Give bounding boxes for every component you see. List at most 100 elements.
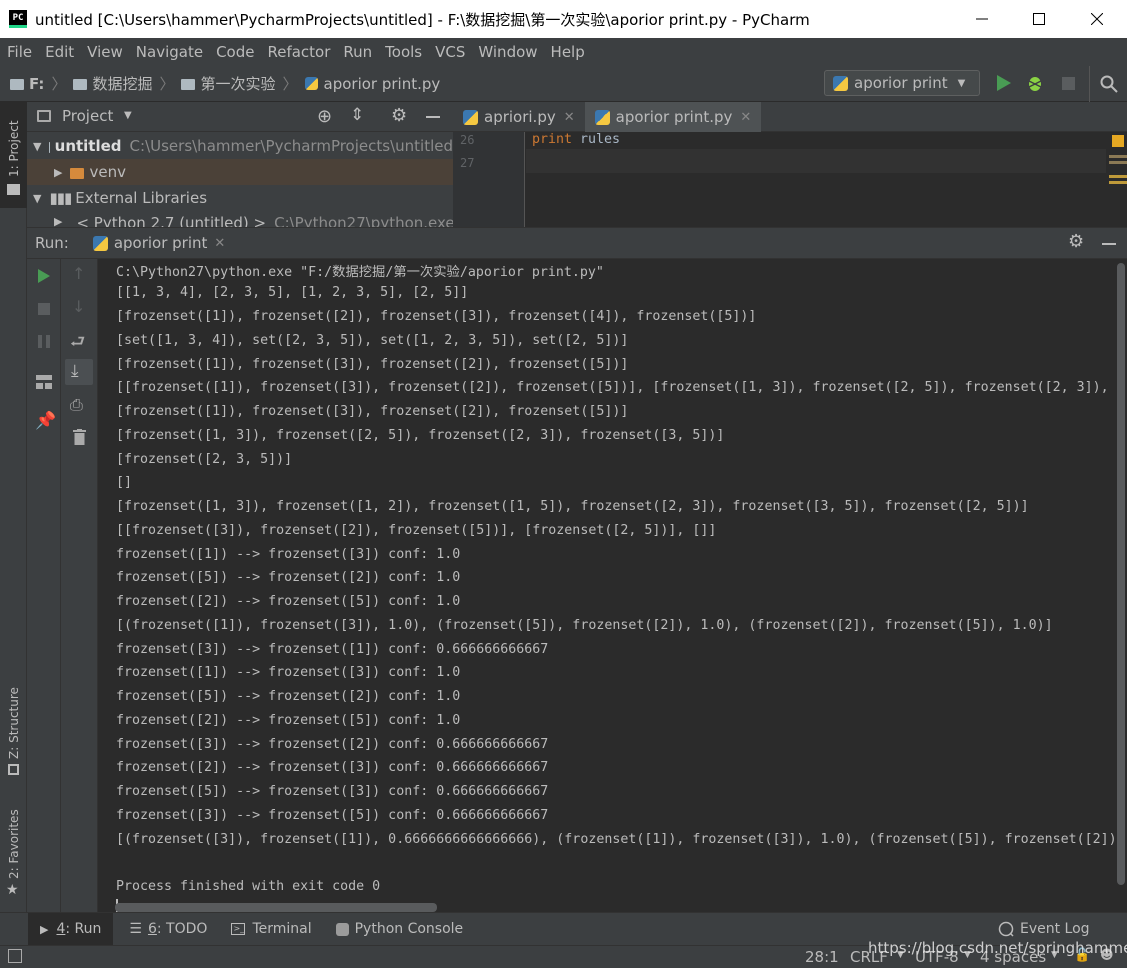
play-icon: ▶ [40, 922, 49, 936]
menu-refactor[interactable]: Refactor [261, 43, 336, 61]
tree-item-untitled[interactable]: ▼ untitled C:\Users\hammer\PycharmProjec… [27, 133, 453, 159]
tab-todo[interactable]: ☰ 6: TODO [117, 913, 219, 946]
trash-icon[interactable] [73, 429, 86, 445]
scroll-marker [1109, 155, 1127, 158]
menu-view[interactable]: View [81, 43, 129, 61]
menu-file[interactable]: File [1, 43, 38, 61]
menu-vcs[interactable]: VCS [429, 43, 471, 61]
stop-icon[interactable] [38, 303, 50, 315]
search-everywhere-button[interactable] [1098, 73, 1120, 95]
chevron-right-icon[interactable]: ▶ [54, 215, 62, 227]
close-window-button[interactable] [1068, 0, 1126, 38]
structure-tool-button[interactable]: Z: Structure [0, 677, 27, 777]
menu-help[interactable]: Help [545, 43, 591, 61]
scrollbar-thumb[interactable] [1117, 263, 1125, 885]
breadcrumb-drive[interactable]: F: [29, 75, 44, 93]
pin-icon[interactable]: 📌 [35, 411, 56, 431]
run-toolbar-primary: 📌 [27, 259, 61, 912]
run-button[interactable] [994, 73, 1014, 93]
gear-icon[interactable]: ⚙ [391, 105, 407, 126]
console-line: [frozenset([1, 3]), frozenset([2, 5]), f… [116, 428, 725, 443]
print-icon[interactable]: ⎙ [70, 395, 83, 415]
minimize-button[interactable] [953, 0, 1011, 38]
restore-layout-icon[interactable] [36, 375, 52, 389]
tree-item-python-sdk[interactable]: ▶ < Python 2.7 (untitled) > C:\Python27\… [27, 211, 453, 227]
watermark: https://blog.csdn.net/springhammer [868, 939, 1127, 957]
chevron-down-icon[interactable]: ▼ [33, 192, 41, 205]
close-tab-icon[interactable]: ✕ [740, 110, 751, 125]
close-tab-icon[interactable]: ✕ [214, 236, 225, 251]
event-log-button[interactable]: Event Log [998, 921, 1090, 937]
speech-bubble-icon [998, 921, 1014, 937]
project-panel-title[interactable]: Project [62, 107, 113, 125]
breadcrumb-folder-2[interactable]: 第一次实验 [200, 73, 275, 94]
tab-label: Python Console [354, 921, 464, 937]
run-tab-label[interactable]: aporior print [114, 234, 208, 252]
chevron-down-icon[interactable]: ▼ [124, 110, 132, 121]
tree-item-external-libraries[interactable]: ▼ ▮▮▮ External Libraries [27, 185, 453, 211]
scroll-to-end-button[interactable]: ⤓ [65, 359, 93, 385]
menu-run[interactable]: Run [337, 43, 378, 61]
hide-panel-icon[interactable] [426, 116, 440, 118]
title-bar: PC untitled [C:\Users\hammer\PycharmProj… [0, 0, 1127, 38]
run-configuration-selector[interactable]: aporior print ▼ [824, 70, 980, 96]
project-tool-button[interactable]: 1: Project [0, 102, 27, 208]
arrow-down-icon[interactable]: ↓ [72, 297, 85, 316]
console-vertical-scrollbar[interactable] [1116, 259, 1127, 912]
caret-position[interactable]: 28:1 [805, 948, 839, 966]
menu-window[interactable]: Window [472, 43, 543, 61]
folder-icon [70, 167, 85, 179]
window-title: untitled [C:\Users\hammer\PycharmProject… [35, 10, 810, 29]
menu-navigate[interactable]: Navigate [130, 43, 209, 61]
maximize-icon [1033, 13, 1045, 25]
breadcrumb-file[interactable]: aporior print.py [324, 75, 441, 93]
toggle-tool-windows-icon[interactable] [8, 949, 22, 963]
bug-icon [1026, 77, 1044, 91]
debug-button[interactable] [1025, 73, 1045, 93]
chevron-right-icon[interactable]: ▶ [54, 166, 62, 179]
console-line: C:\Python27\python.exe "F:/数据挖掘/第一次实验/ap… [116, 265, 604, 280]
python-icon [335, 922, 349, 936]
project-window-icon [37, 110, 51, 122]
tree-item-venv[interactable]: ▶ venv [27, 159, 453, 185]
tab-python-console[interactable]: Python Console [324, 913, 476, 946]
python-file-icon [304, 77, 318, 90]
rerun-icon[interactable] [38, 269, 50, 283]
pycharm-logo-icon: PC [9, 10, 27, 28]
console-line: frozenset([5]) --> frozenset([2]) conf: … [116, 570, 461, 585]
inspection-warning-marker[interactable] [1112, 135, 1124, 147]
console-line: [(frozenset([3]), frozenset([1]), 0.6666… [116, 832, 1116, 847]
console-line: [] [116, 475, 133, 490]
tree-item-label: External Libraries [75, 189, 208, 207]
maximize-button[interactable] [1010, 0, 1068, 38]
stop-button[interactable] [1058, 73, 1078, 93]
run-toolbar-secondary: ↑ ↓ ⮐ ⤓ ⎙ [61, 259, 98, 912]
tree-item-path: C:\Users\hammer\PycharmProjects\untitled [129, 137, 453, 155]
run-console-output[interactable]: C:\Python27\python.exe "F:/数据挖掘/第一次实验/ap… [98, 259, 1116, 912]
hide-panel-icon[interactable] [1102, 243, 1116, 245]
event-log-label: Event Log [1020, 921, 1090, 937]
collapse-all-icon[interactable]: ⇕ [350, 105, 364, 125]
code-keyword: print [532, 132, 573, 147]
gear-icon[interactable]: ⚙ [1068, 231, 1084, 252]
minimize-icon [976, 18, 988, 20]
menu-tools[interactable]: Tools [379, 43, 428, 61]
console-horizontal-scrollbar-thumb[interactable] [115, 903, 437, 912]
arrow-up-icon[interactable]: ↑ [72, 264, 85, 283]
locate-target-icon[interactable]: ⊕ [317, 106, 332, 127]
tab-run[interactable]: ▶ 4: Run [28, 912, 114, 946]
close-tab-icon[interactable]: ✕ [564, 110, 575, 125]
pause-icon[interactable] [38, 335, 50, 348]
menu-edit[interactable]: Edit [39, 43, 80, 61]
soft-wrap-icon[interactable]: ⮐ [70, 329, 85, 358]
chevron-down-icon[interactable]: ▼ [33, 140, 41, 153]
menu-code[interactable]: Code [210, 43, 260, 61]
tab-terminal[interactable]: >_ Terminal [219, 913, 323, 946]
favorites-tool-button[interactable]: 2: Favorites ★ [0, 802, 27, 902]
menu-bar: File Edit View Navigate Code Refactor Ru… [0, 38, 1127, 66]
code-text: rules [572, 132, 621, 147]
tab-aporior-print-py[interactable]: aporior print.py ✕ [584, 102, 762, 132]
breadcrumb-folder-1[interactable]: 数据挖掘 [92, 73, 152, 94]
tab-apriori-py[interactable]: apriori.py ✕ [453, 102, 585, 132]
run-panel-label: Run: [35, 234, 69, 252]
